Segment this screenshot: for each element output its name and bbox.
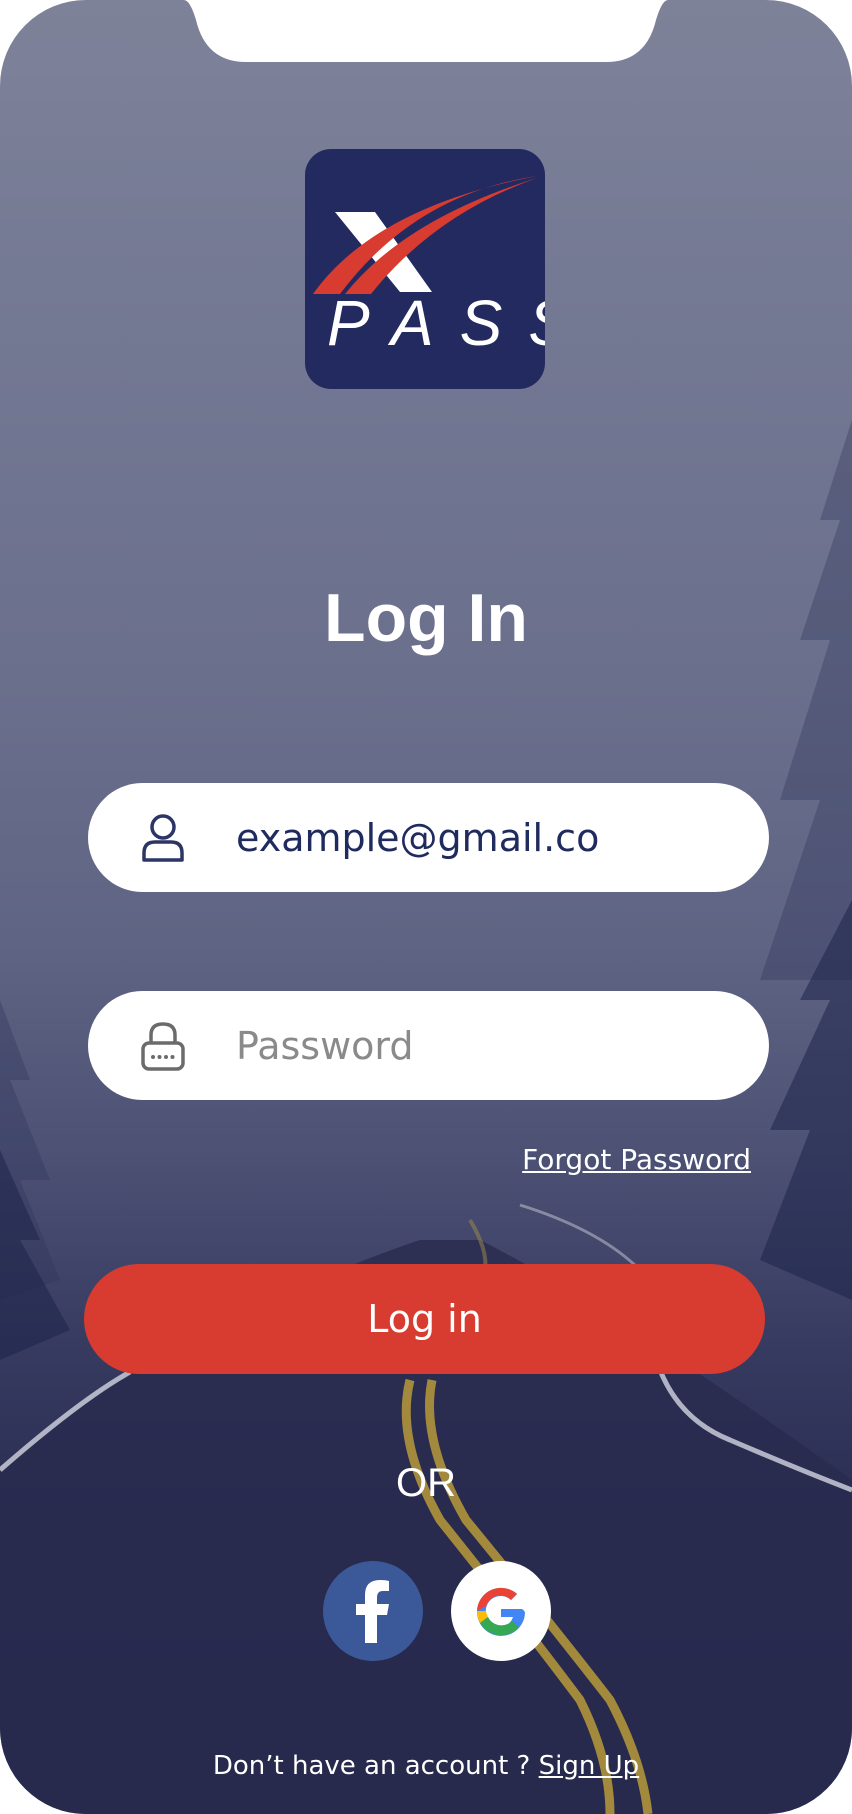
app-logo: PASS: [305, 149, 545, 389]
email-field-container[interactable]: [88, 783, 769, 892]
google-icon: [476, 1587, 525, 1636]
signup-prompt-text: Don’t have an account ?: [212, 1751, 539, 1781]
phone-screen: PASS Log In Forgot Password Log in OR: [0, 0, 852, 1814]
signup-prompt: Don’t have an account ? Sign Up: [0, 1748, 852, 1784]
lock-icon: [141, 1022, 185, 1071]
device-notch: [184, 0, 668, 62]
login-button[interactable]: Log in: [84, 1264, 765, 1374]
password-field[interactable]: [236, 991, 736, 1100]
forgot-password-link[interactable]: Forgot Password: [522, 1140, 751, 1180]
google-login-button[interactable]: [451, 1561, 551, 1661]
email-field[interactable]: [236, 783, 736, 892]
logo-wordmark: PASS: [327, 287, 545, 359]
signup-link[interactable]: Sign Up: [539, 1751, 640, 1781]
facebook-login-button[interactable]: [323, 1561, 423, 1661]
password-field-container[interactable]: [88, 991, 769, 1100]
or-divider: OR: [396, 1461, 456, 1505]
facebook-icon: [356, 1580, 389, 1643]
page-title: Log In: [324, 580, 528, 656]
user-icon: [142, 814, 184, 862]
